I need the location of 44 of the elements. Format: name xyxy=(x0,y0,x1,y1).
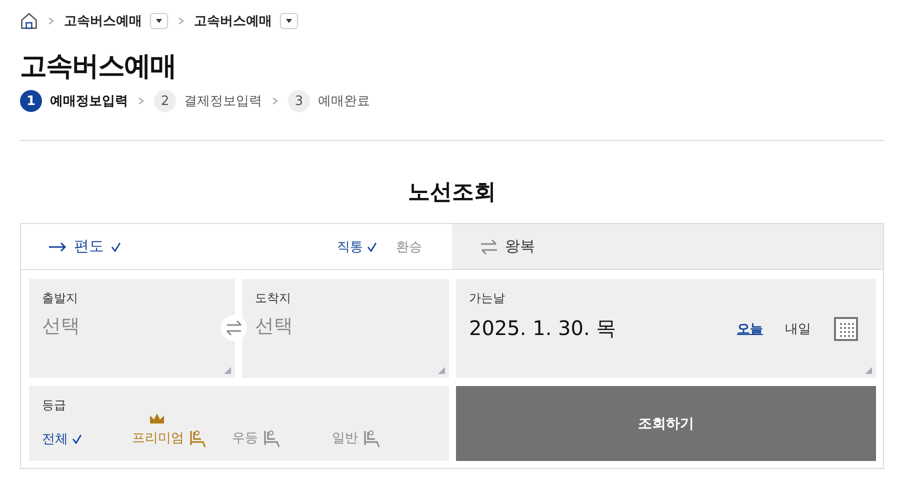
date-link[interactable]: 내일 xyxy=(785,320,811,338)
chevron-icon xyxy=(270,96,280,106)
dropdown-button[interactable] xyxy=(150,13,168,29)
section-title: 노선조회 xyxy=(407,179,497,207)
step-number: 2 xyxy=(154,90,176,112)
location-field[interactable]: 출발지 선택 xyxy=(29,279,235,378)
step-number: 1 xyxy=(20,90,42,112)
trip-tab[interactable]: 왕복 xyxy=(452,224,883,269)
grade-option[interactable]: 전체 xyxy=(42,430,132,448)
field-placeholder: 선택 xyxy=(255,314,294,339)
calendar-icon[interactable] xyxy=(833,316,859,342)
chevron-icon xyxy=(46,16,56,26)
field-label: 출발지 xyxy=(42,290,79,307)
date-field[interactable]: 가는날 2025. 1. 30. 목 오늘 내일 xyxy=(456,279,876,378)
step-label: 예매정보입력 xyxy=(50,93,128,110)
date-value: 2025. 1. 30. 목 xyxy=(469,315,618,342)
step-number: 3 xyxy=(288,90,310,112)
field-label: 가는날 xyxy=(469,290,506,307)
route-option[interactable]: 직통 xyxy=(337,238,378,256)
dropdown-button[interactable] xyxy=(280,13,298,29)
date-link[interactable]: 오늘 xyxy=(737,320,763,338)
location-field[interactable]: 도착지 선택 xyxy=(242,279,449,378)
check-icon xyxy=(71,433,83,445)
step-label: 결제정보입력 xyxy=(184,93,262,110)
home-icon[interactable] xyxy=(20,12,38,30)
chevron-icon xyxy=(136,96,146,106)
crown-icon xyxy=(149,412,165,425)
route-option[interactable]: 환승 xyxy=(396,238,422,256)
field-label: 도착지 xyxy=(255,290,292,307)
field-placeholder: 선택 xyxy=(42,314,81,339)
step-label: 예매완료 xyxy=(318,93,370,110)
field-label: 등급 xyxy=(42,397,67,414)
page-title: 고속버스예매 xyxy=(20,50,177,84)
trip-tab[interactable]: 편도 xyxy=(21,236,128,258)
chevron-icon xyxy=(176,16,186,26)
check-icon xyxy=(366,240,378,252)
corner-icon xyxy=(438,367,445,374)
corner-icon xyxy=(865,367,872,374)
check-icon xyxy=(110,240,122,252)
swap-icon xyxy=(479,236,499,256)
breadcrumb-link[interactable]: 고속버스예매 xyxy=(64,12,142,30)
search-button[interactable]: 조회하기 xyxy=(456,386,876,461)
breadcrumb-link[interactable]: 고속버스예매 xyxy=(194,12,272,30)
corner-icon xyxy=(224,367,231,374)
